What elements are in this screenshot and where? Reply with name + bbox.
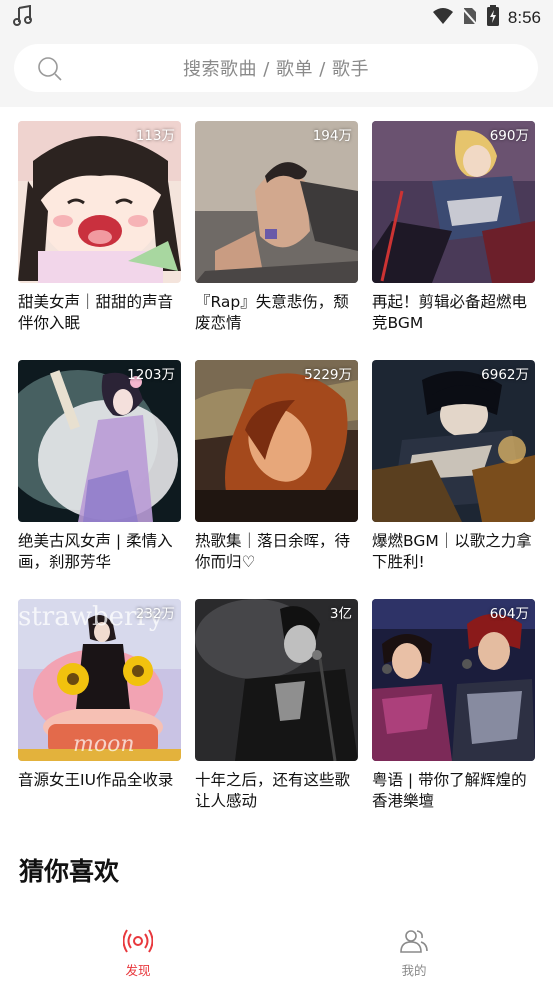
playlist-card[interactable]: 6962万 爆燃BGM｜以歌之力拿下胜利!: [372, 360, 535, 573]
no-sim-icon: [461, 6, 479, 30]
play-count: 232万: [135, 606, 175, 622]
playlist-cover[interactable]: 194万: [195, 121, 358, 283]
search-placeholder: 搜索歌曲 / 歌单 / 歌手: [182, 59, 369, 80]
playlist-card[interactable]: 1203万 绝美古风女声 | 柔情入画，刹那芳华: [18, 360, 181, 573]
play-count: 690万: [489, 128, 529, 144]
playlist-card[interactable]: 604万 粤语 | 带你了解辉煌的香港樂壇: [372, 599, 535, 812]
playlist-title[interactable]: 绝美古风女声 | 柔情入画，刹那芳华: [18, 531, 181, 573]
status-time: 8:56: [507, 8, 541, 27]
playlist-card[interactable]: strawberry moon 232万 音源女王IU作品全收录: [18, 599, 181, 791]
playlist-title[interactable]: 再起！剪辑必备超燃电竞BGM: [372, 292, 535, 334]
playlist-card[interactable]: 690万 再起！剪辑必备超燃电竞BGM: [372, 121, 535, 334]
playlist-card[interactable]: 194万 『Rap』失意悲伤，颓废恋情: [195, 121, 358, 334]
playlist-card[interactable]: 3亿 十年之后，还有这些歌让人感动: [195, 599, 358, 812]
playlist-title[interactable]: 十年之后，还有这些歌让人感动: [195, 770, 358, 812]
nav-tab-mine[interactable]: 我的: [374, 928, 454, 979]
play-count: 3亿: [329, 606, 352, 622]
radio-broadcast-icon: [122, 929, 154, 958]
playlist-title[interactable]: 甜美女声｜甜甜的声音伴你入眠: [18, 292, 181, 334]
playlist-cover[interactable]: 6962万: [372, 360, 535, 522]
play-count: 604万: [489, 606, 529, 622]
playlist-title[interactable]: 『Rap』失意悲伤，颓废恋情: [195, 292, 358, 334]
play-count: 113万: [135, 128, 175, 144]
play-count: 1203万: [127, 367, 175, 383]
header: 搜索歌曲 / 歌单 / 歌手: [0, 32, 553, 107]
battery-charging-icon: [486, 5, 500, 31]
svg-text:moon: moon: [73, 732, 135, 757]
playlist-cover[interactable]: 5229万: [195, 360, 358, 522]
users-icon: [399, 930, 429, 958]
play-count: 5229万: [304, 367, 352, 383]
playlist-title[interactable]: 爆燃BGM｜以歌之力拿下胜利!: [372, 531, 535, 573]
playlist-title[interactable]: 音源女王IU作品全收录: [18, 770, 181, 791]
playlist-cover[interactable]: strawberry moon 232万: [18, 599, 181, 761]
nav-tab-label: 发现: [125, 963, 151, 978]
nav-tab-label: 我的: [401, 963, 427, 978]
playlist-title[interactable]: 热歌集｜落日余晖，待你而归♡: [195, 531, 358, 573]
wifi-icon: [432, 7, 454, 29]
section-title: 猜你喜欢: [19, 857, 120, 886]
playlist-cover[interactable]: 604万: [372, 599, 535, 761]
playlist-cover[interactable]: 690万: [372, 121, 535, 283]
bottom-nav: 发现 我的: [0, 920, 553, 983]
playlist-cover[interactable]: 1203万: [18, 360, 181, 522]
nav-tab-discover[interactable]: 发现: [98, 928, 178, 979]
playlist-title[interactable]: 粤语 | 带你了解辉煌的香港樂壇: [372, 770, 535, 812]
playlist-card[interactable]: 5229万 热歌集｜落日余晖，待你而归♡: [195, 360, 358, 573]
playlist-card[interactable]: 113万 甜美女声｜甜甜的声音伴你入眠: [18, 121, 181, 334]
search-input[interactable]: 搜索歌曲 / 歌单 / 歌手: [14, 44, 538, 92]
status-bar: 8:56: [0, 0, 553, 32]
play-count: 194万: [312, 128, 352, 144]
search-icon: [37, 56, 63, 86]
playlist-cover[interactable]: 3亿: [195, 599, 358, 761]
music-note-icon: [12, 4, 34, 31]
playlist-cover[interactable]: 113万: [18, 121, 181, 283]
play-count: 6962万: [481, 367, 529, 383]
